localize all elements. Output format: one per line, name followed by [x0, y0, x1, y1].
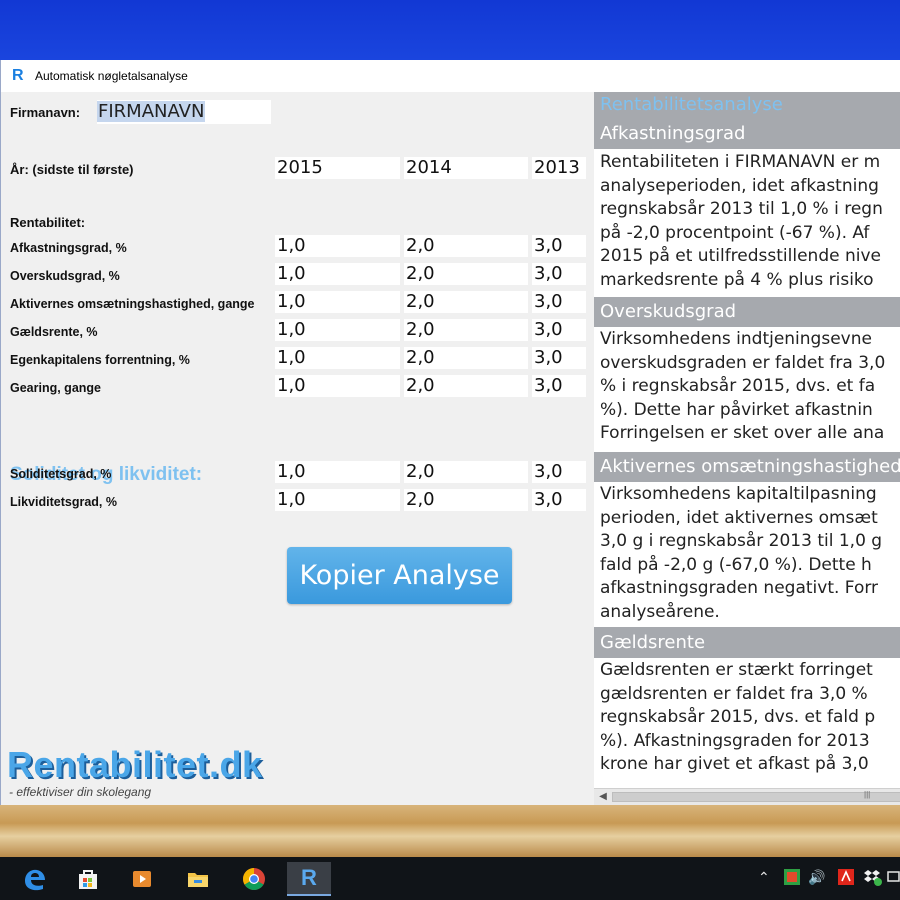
taskbar: R ⌃ 🔊 — [0, 857, 900, 900]
app-r-icon: R — [12, 67, 24, 84]
desktop-wallpaper-top — [0, 0, 900, 60]
text-line: regnskabsår 2015, dvs. et fald p — [600, 707, 876, 727]
value-input[interactable]: 3,0 — [532, 461, 586, 483]
value-input[interactable]: 1,0 — [275, 375, 400, 397]
value-input[interactable]: 2,0 — [404, 489, 528, 511]
edge-icon[interactable] — [12, 862, 56, 896]
text-line: Forringelsen er sket over alle ana — [600, 423, 885, 443]
store-icon[interactable] — [66, 862, 110, 896]
firmanavn-value: FIRMANAVN — [97, 101, 206, 122]
text-line: markedsrente på 4 % plus risiko — [600, 269, 874, 290]
section-body-overskudsgrad: Virksomhedens indtjeningsevne overskudsg… — [594, 327, 900, 452]
year-label: År: (sidste til første) — [10, 162, 134, 177]
value-input[interactable]: 1,0 — [275, 347, 400, 369]
value-input[interactable]: 2,0 — [404, 235, 528, 257]
text-line: 3,0 g i regnskabsår 2013 til 1,0 g — [600, 531, 883, 551]
text-line: Rentabiliteten i FIRMANAVN er m — [600, 152, 881, 172]
section-body-omsaetningshastighed: Virksomhedens kapitaltilpasning perioden… — [594, 482, 900, 627]
kopier-analyse-button[interactable]: Kopier Analyse — [287, 547, 512, 604]
row-label-egenkapital: Egenkapitalens forrentning, % — [10, 353, 190, 367]
network-icon[interactable] — [887, 868, 900, 889]
text-line: analyseperioden, idet afkastning — [600, 175, 879, 196]
firmanavn-input[interactable]: FIRMANAVN — [97, 100, 271, 124]
text-line: analyseårene. — [600, 601, 720, 622]
text-line: på -2,0 procentpoint (-67 %). Af — [600, 222, 870, 243]
text-line: gældsrenten er faldet fra 3,0 % — [600, 683, 868, 704]
value-input[interactable]: 3,0 — [532, 319, 586, 341]
year-input-3[interactable]: 2013 — [532, 157, 586, 179]
text-line: afkastningsgraden negativt. Forr — [600, 578, 879, 598]
text-line: % i regnskabsår 2015, dvs. et fa — [600, 376, 876, 396]
input-form: Firmanavn: FIRMANAVN År: (sidste til før… — [1, 92, 594, 805]
file-explorer-icon[interactable] — [176, 862, 220, 896]
text-line: fald på -2,0 g (-67,0 %). Dette h — [600, 554, 872, 575]
text-line: 2015 på et utilfredsstillende nive — [600, 246, 881, 266]
row-label-omsaetningshastighed: Aktivernes omsætningshastighed, gange — [10, 297, 255, 311]
dropbox-icon[interactable] — [863, 868, 883, 889]
title-bar[interactable]: R Automatisk nøgletalsanalyse — [1, 60, 900, 92]
text-line: Virksomhedens kapitaltilpasning — [600, 484, 877, 504]
year-input-2[interactable]: 2014 — [404, 157, 528, 179]
tray-chevron-up-icon[interactable]: ⌃ — [758, 869, 770, 886]
rentabilitet-app-icon[interactable]: R — [287, 862, 331, 896]
section-body-afkastningsgrad: Rentabiliteten i FIRMANAVN er m analysep… — [594, 149, 900, 297]
text-line: regnskabsår 2013 til 1,0 % i regn — [600, 199, 883, 219]
section-body-gaeldsrente: Gældsrenten er stærkt forringet gældsren… — [594, 658, 900, 788]
value-input[interactable]: 2,0 — [404, 347, 528, 369]
value-input[interactable]: 1,0 — [275, 291, 400, 313]
row-label-likviditetsgrad: Likviditetsgrad, % — [10, 495, 117, 509]
section-heading-afkastningsgrad: Afkastningsgrad — [594, 119, 900, 149]
scroll-left-arrow-icon[interactable]: ◀ — [596, 790, 610, 804]
value-input[interactable]: 2,0 — [404, 461, 528, 483]
value-input[interactable]: 3,0 — [532, 235, 586, 257]
value-input[interactable]: 2,0 — [404, 263, 528, 285]
app-window: R Automatisk nøgletalsanalyse Firmanavn:… — [0, 60, 900, 805]
value-input[interactable]: 3,0 — [532, 263, 586, 285]
section-heading-overskudsgrad: Overskudsgrad — [594, 297, 900, 327]
value-input[interactable]: 1,0 — [275, 263, 400, 285]
text-line: %). Afkastningsgraden for 2013 — [600, 730, 870, 751]
year-input-1[interactable]: 2015 — [275, 157, 400, 179]
rentabilitet-logo: Rentabilitet.dk — [7, 744, 263, 785]
tray-app-icon[interactable] — [783, 868, 801, 889]
value-input[interactable]: 1,0 — [275, 319, 400, 341]
row-label-gaeldsrente: Gældsrente, % — [10, 325, 98, 339]
value-input[interactable]: 2,0 — [404, 375, 528, 397]
value-input[interactable]: 2,0 — [404, 319, 528, 341]
text-line: %). Dette har påvirket afkastnin — [600, 399, 873, 420]
section-heading-gaeldsrente: Gældsrente — [594, 627, 900, 658]
row-label-overskudsgrad: Overskudsgrad, % — [10, 269, 120, 283]
scrollbar-thumb[interactable] — [612, 792, 900, 802]
text-line: krone har givet et afkast på 3,0 — [600, 754, 869, 774]
analysis-title: Rentabilitetsanalyse — [594, 92, 900, 119]
text-line: perioden, idet aktivernes omsæt — [600, 507, 878, 528]
chrome-icon[interactable] — [232, 862, 276, 896]
value-input[interactable]: 3,0 — [532, 347, 586, 369]
value-input[interactable]: 2,0 — [404, 291, 528, 313]
row-label-gearing: Gearing, gange — [10, 381, 101, 395]
text-line: overskudsgraden er faldet fra 3,0 — [600, 352, 886, 373]
logo-tagline: - effektiviser din skolegang — [9, 785, 152, 799]
value-input[interactable]: 1,0 — [275, 235, 400, 257]
value-input[interactable]: 1,0 — [275, 489, 400, 511]
value-input[interactable]: 3,0 — [532, 291, 586, 313]
firmanavn-label: Firmanavn: — [10, 105, 81, 120]
volume-icon[interactable]: 🔊 — [808, 869, 825, 886]
window-title: Automatisk nøgletalsanalyse — [35, 69, 188, 83]
media-player-icon[interactable] — [120, 862, 164, 896]
section-heading-omsaetningshastighed: Aktivernes omsætningshastighed — [594, 452, 900, 482]
text-line: Gældsrenten er stærkt forringet — [600, 660, 873, 680]
value-input[interactable]: 3,0 — [532, 375, 586, 397]
row-label-afkastningsgrad: Afkastningsgrad, % — [10, 241, 127, 255]
value-input[interactable]: 3,0 — [532, 489, 586, 511]
scrollbar-grip-icon: ||| — [864, 790, 871, 799]
value-input[interactable]: 1,0 — [275, 461, 400, 483]
row-label-soliditetsgrad: Soliditetsgrad, % — [10, 467, 112, 481]
rentabilitet-label: Rentabilitet: — [10, 215, 86, 230]
analysis-panel[interactable]: Rentabilitetsanalyse Afkastningsgrad Ren… — [594, 92, 900, 788]
text-line: Virksomhedens indtjeningsevne — [600, 329, 872, 349]
horizontal-scrollbar[interactable]: ◀ ||| — [594, 788, 900, 805]
desktop-wallpaper-bottom — [0, 805, 900, 857]
acrobat-icon[interactable] — [837, 868, 855, 889]
